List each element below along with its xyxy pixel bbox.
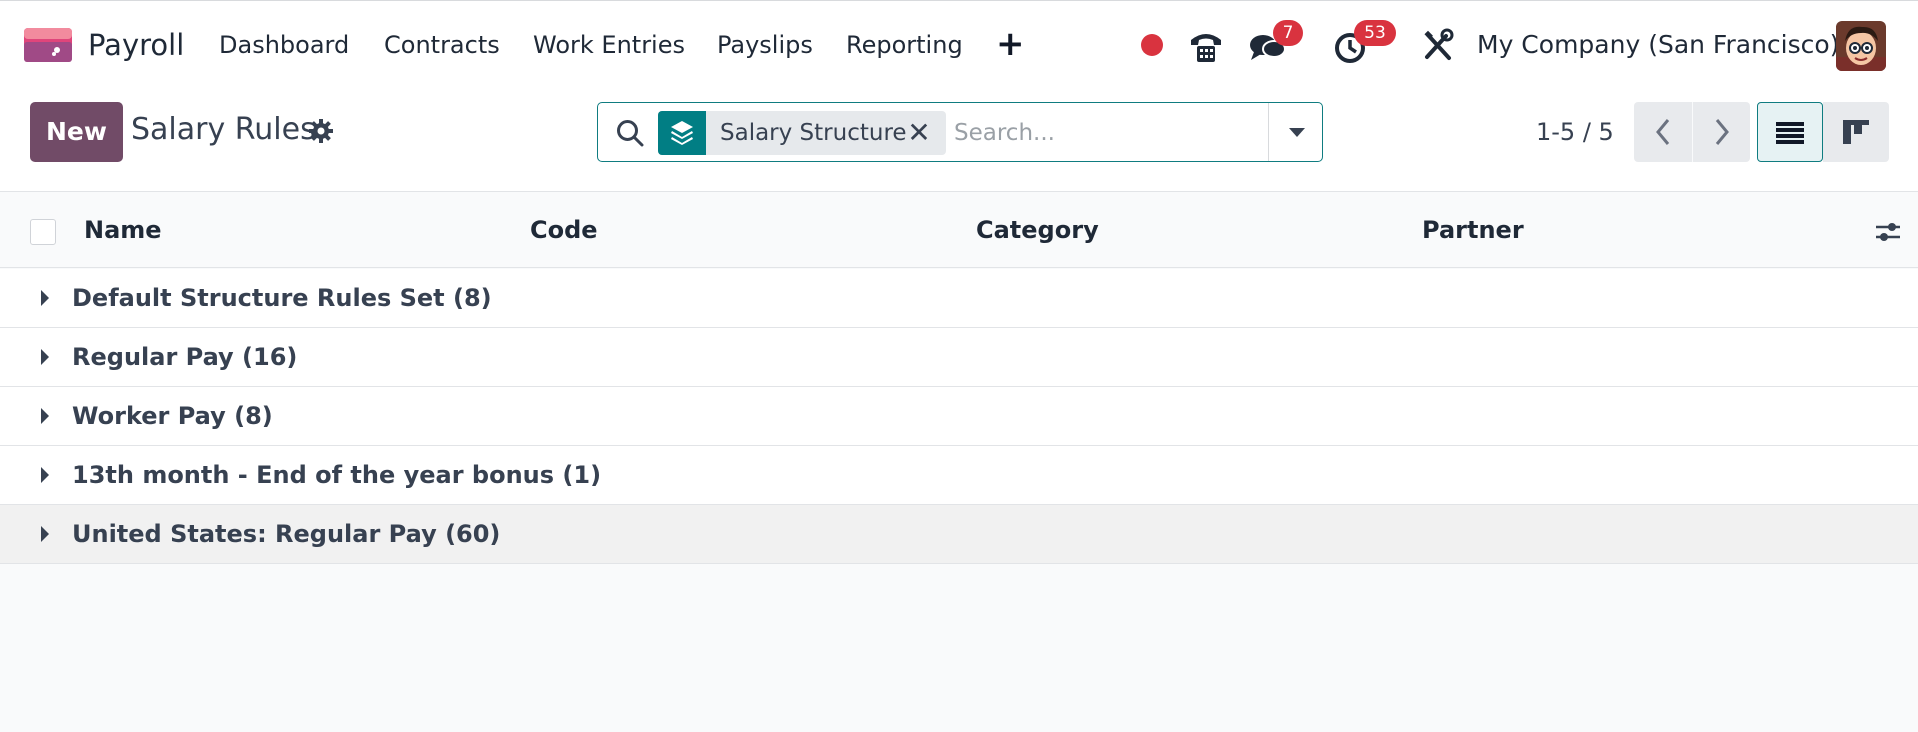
- menu-work-entries[interactable]: Work Entries: [533, 27, 685, 63]
- control-panel: New Salary Rules Salary Structure ✕ Sear…: [0, 88, 1918, 192]
- activities-badge: 53: [1354, 20, 1396, 46]
- gear-icon[interactable]: [308, 118, 334, 144]
- group-row[interactable]: 13th month - End of the year bonus (1): [0, 446, 1918, 505]
- caret-right-icon: [41, 526, 49, 542]
- user-avatar[interactable]: [1836, 21, 1886, 71]
- select-all-checkbox[interactable]: [30, 219, 56, 245]
- top-navbar: Payroll Dashboard Contracts Work Entries…: [0, 0, 1918, 88]
- group-row[interactable]: Default Structure Rules Set (8): [0, 269, 1918, 328]
- search-icon[interactable]: [616, 119, 644, 147]
- page-title: Salary Rules: [131, 112, 316, 147]
- pager-value[interactable]: 1-5 / 5: [1536, 114, 1614, 150]
- column-name[interactable]: Name: [84, 214, 162, 246]
- plus-icon[interactable]: +: [996, 26, 1025, 62]
- list-view-button[interactable]: [1757, 102, 1823, 162]
- list-header: Name Code Category Partner: [0, 192, 1918, 268]
- caret-right-icon: [41, 408, 49, 424]
- search-facet: Salary Structure ✕: [658, 111, 946, 155]
- layers-icon: [658, 111, 706, 155]
- app-name[interactable]: Payroll: [88, 25, 184, 65]
- caret-right-icon: [41, 467, 49, 483]
- group-row[interactable]: Worker Pay (8): [0, 387, 1918, 446]
- menu-payslips[interactable]: Payslips: [717, 27, 813, 63]
- group-row[interactable]: Regular Pay (16): [0, 328, 1918, 387]
- search-bar: Salary Structure ✕: [597, 102, 1323, 162]
- column-code[interactable]: Code: [530, 214, 598, 246]
- phone-icon[interactable]: [1188, 25, 1224, 65]
- group-label: Default Structure Rules Set (8): [72, 284, 492, 312]
- facet-label: Salary Structure: [720, 120, 907, 146]
- group-row[interactable]: United States: Regular Pay (60): [0, 505, 1918, 564]
- menu-contracts[interactable]: Contracts: [384, 27, 500, 63]
- debug-tools-icon[interactable]: [1422, 25, 1454, 65]
- pager-previous-button[interactable]: [1634, 102, 1692, 162]
- search-input[interactable]: [954, 111, 1254, 155]
- pager-next-button[interactable]: [1692, 102, 1750, 162]
- group-label: 13th month - End of the year bonus (1): [72, 461, 602, 489]
- kanban-view-button[interactable]: [1823, 102, 1889, 162]
- menu-reporting[interactable]: Reporting: [846, 27, 963, 63]
- payroll-app-icon[interactable]: [24, 28, 72, 62]
- caret-right-icon: [41, 290, 49, 306]
- group-label: Worker Pay (8): [72, 402, 273, 430]
- search-options-dropdown[interactable]: [1268, 103, 1322, 161]
- company-switcher[interactable]: My Company (San Francisco): [1477, 27, 1839, 63]
- column-partner[interactable]: Partner: [1422, 214, 1524, 246]
- close-icon[interactable]: ✕: [904, 111, 934, 155]
- new-button[interactable]: New: [30, 102, 123, 162]
- recording-dot-icon[interactable]: [1140, 25, 1164, 65]
- group-label: Regular Pay (16): [72, 343, 298, 371]
- menu-dashboard[interactable]: Dashboard: [219, 27, 349, 63]
- caret-right-icon: [41, 349, 49, 365]
- messages-badge: 7: [1273, 20, 1303, 46]
- column-category[interactable]: Category: [976, 214, 1099, 246]
- optional-columns-icon[interactable]: [1874, 218, 1902, 246]
- group-label: United States: Regular Pay (60): [72, 520, 501, 548]
